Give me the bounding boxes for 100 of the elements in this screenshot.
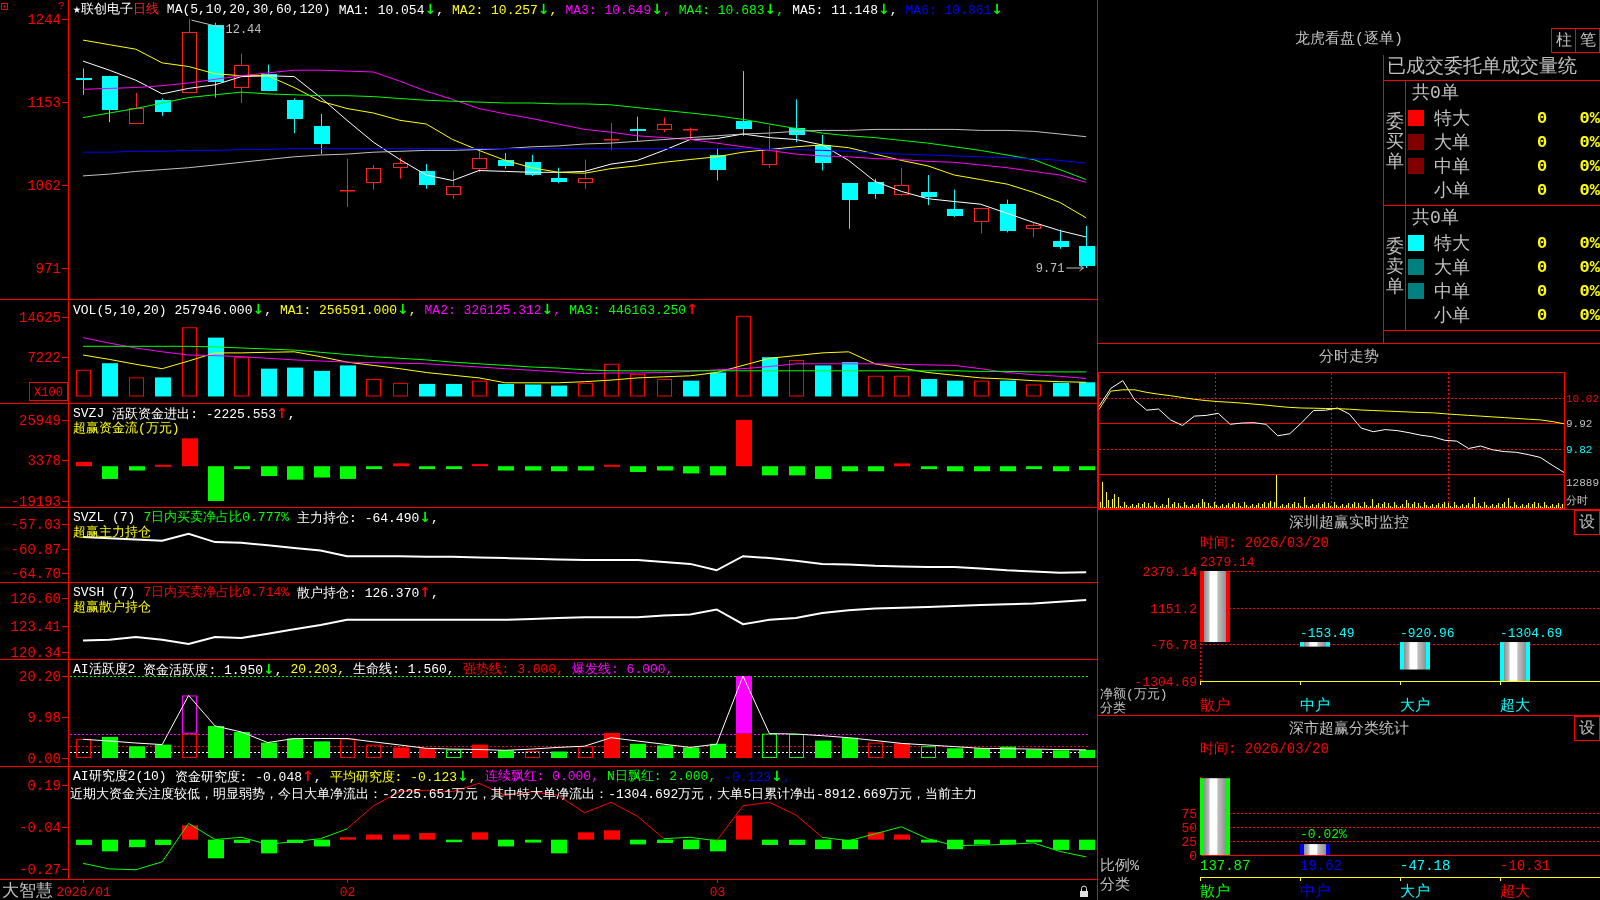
axis-label: 120.34 [10,645,61,659]
axis-label: -19193 [10,493,61,507]
research-bar [657,839,673,843]
fund-flow-bar [498,466,514,471]
legend-item: 7日内买卖净占比0.714% [143,585,290,600]
legend-item: SVZL (7) [73,510,136,525]
order-percent: 0% [1578,108,1600,128]
candle [789,98,805,143]
date-label: 02 [339,885,356,900]
candle [366,164,381,191]
legend-item: N日飘红: 2.000, [606,769,717,785]
order-size-label: 中单 [1434,156,1471,178]
candle [234,53,249,104]
research-bar [842,839,858,850]
order-count: 0 [1535,305,1549,325]
value-label: 19.62 [1300,858,1342,874]
value-label: 2379.14 [1200,555,1255,570]
section-title: 深市超赢分类统计 [1289,719,1409,738]
fund-flow-bar [393,463,409,467]
square-icon [1,3,8,10]
candle [604,122,619,151]
research-bar [129,839,145,848]
fund-flow-bar [630,466,646,472]
research-bar [366,834,382,840]
order-percent: 0% [1578,281,1600,301]
research-bar [868,832,884,840]
fund-flow-bar [419,466,435,470]
order-count: 0 [1535,132,1549,152]
fund-flow-bar [683,466,699,474]
research-bar [208,839,224,859]
legend-item: 爆发线: 6.000, [572,662,674,678]
category-label: 中户 [1300,698,1330,715]
legend-item: 7日内买卖净占比0.777% [143,510,290,525]
candle [762,125,777,169]
category-label: 大户 [1400,884,1430,899]
fund-flow-bar [974,466,990,472]
order-percent: 0% [1578,305,1600,325]
research-bar [234,839,250,843]
legend-item: MA3: 446163.250↑ [569,302,698,318]
candle [155,97,171,117]
research-bar [393,834,409,840]
category-label: 中户 [1300,884,1330,899]
research-bar [578,832,594,840]
fund-flow-bar [1079,466,1095,471]
date-label: 03 [709,885,726,900]
indicator-caption: 超赢资金流(万元) [73,421,180,436]
research-bar [710,839,726,852]
order-percent: 0% [1578,132,1600,152]
price-annotation: 9.71 [1035,262,1084,276]
fund-flow-bar [868,466,884,472]
research-bar [472,832,488,840]
research-bar [683,839,699,850]
research-bar [1000,839,1016,845]
candle [921,174,937,206]
fund-flow-bar [129,466,145,471]
axis-label: 0.00 [27,751,61,766]
fund-flow-bar [366,466,382,470]
net-amount-bar [1400,642,1430,670]
view-toggle-button[interactable]: 柱 [1551,28,1576,53]
axis-label: 12889 [1566,477,1599,489]
research-bar [498,839,514,847]
view-toggle-button[interactable]: 笔 [1575,28,1600,53]
axis-label: 123.41 [10,618,61,635]
order-count: 0 [1535,233,1549,253]
candle [683,127,698,140]
settings-button[interactable]: 设 [1574,716,1600,741]
category-label: 散户 [1200,698,1230,715]
fund-flow-bar [340,466,356,479]
brand-label: 大智慧 [2,882,53,900]
candle [947,189,963,218]
candle [1026,221,1041,238]
panel-title: 龙虎看盘(逐单) [1295,29,1403,50]
order-count: 0 [1535,156,1549,176]
legend-item: VOL(5,10,20) 257946.000↓, [73,302,272,318]
order-count: 0 [1535,180,1549,200]
settings-button[interactable]: 设 [1574,510,1600,535]
value-label: -47.18 [1400,858,1451,874]
order-size-label: 大单 [1434,257,1471,279]
order-size-label: 特大 [1434,233,1471,255]
fund-flow-bar [789,466,805,476]
legend-item: 活跃资金进出: -2225.553↑, [112,406,296,422]
research-bar [446,839,462,843]
value-label: 137.87 [1200,858,1251,874]
candle [446,169,461,200]
axis-label: 1153 [27,95,61,112]
research-bar [974,839,990,845]
axis-caption: 比例% [1100,858,1139,875]
legend-item: MA2: 326125.312↓, [424,302,562,318]
research-bar [736,815,752,840]
axis-caption: 分类 [1100,877,1130,894]
axis-label: 20.20 [19,669,61,685]
candle [340,158,355,208]
research-bar [1026,839,1042,843]
value-label: -153.49 [1300,626,1355,642]
legend-item: 生命线: 1.560, [353,662,455,678]
legend-item: 主力持仓: -64.490↓, [297,510,439,526]
order-percent: 0% [1578,257,1600,277]
research-bar [419,833,435,840]
candle [1079,225,1095,269]
legend-item: 资金活跃度: 1.950↓, [143,662,283,678]
